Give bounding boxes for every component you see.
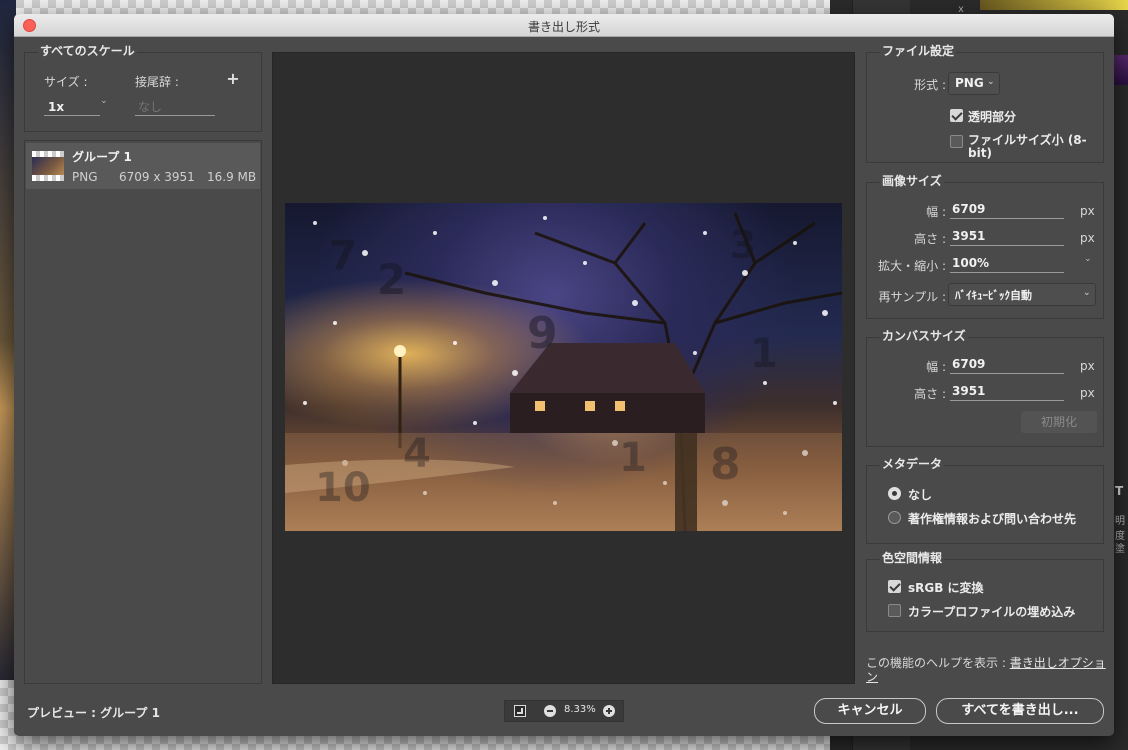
image-height-value: 3951 (952, 229, 986, 243)
export-as-dialog: 書き出し形式 すべてのスケール サイズ : 接尾辞 : + 1x ⌄ グループ … (14, 14, 1114, 736)
transparency-checkbox[interactable] (950, 109, 963, 122)
cancel-button[interactable]: キャンセル (814, 698, 926, 724)
metadata-panel (866, 465, 1104, 544)
file-settings-title: ファイル設定 (880, 42, 957, 59)
background-fill-label: 塗 (1115, 544, 1125, 555)
zoom-controls: 8.33% (504, 700, 624, 722)
asset-name: グループ 1 (72, 150, 132, 164)
watermark-digit: 1 (619, 435, 647, 481)
canvas-size-title: カンバスサイズ (880, 327, 968, 344)
canvas-height-field[interactable]: 3951 (950, 384, 1064, 401)
transparency-label: 透明部分 (968, 110, 1017, 124)
background-opacity-label: 明度 (1115, 516, 1125, 542)
plus-icon: + (226, 69, 240, 88)
watermark-digit: 3 (730, 223, 757, 267)
canvas-height-value: 3951 (952, 384, 986, 398)
export-all-button[interactable]: すべてを書き出し... (936, 698, 1104, 724)
chevron-down-icon: ⌄ (1083, 288, 1091, 298)
image-width-field[interactable]: 6709 (950, 202, 1064, 219)
reset-canvas-button[interactable]: 初期化 (1021, 411, 1097, 433)
asset-thumbnail (32, 151, 64, 181)
image-width-label: 幅 : (926, 205, 946, 219)
add-scale-button[interactable]: + (226, 69, 240, 88)
asset-row[interactable]: グループ 1 PNG 6709 x 3951 16.9 MB (26, 143, 260, 189)
help-prefix: この機能のヘルプを表示 : (866, 656, 1010, 670)
format-value: PNG (955, 76, 984, 90)
embed-profile-checkbox[interactable] (888, 604, 901, 617)
image-height-field[interactable]: 3951 (950, 229, 1064, 246)
asset-list (24, 140, 262, 684)
color-space-title: 色空間情報 (880, 549, 945, 566)
srgb-checkbox[interactable] (888, 580, 901, 593)
metadata-copyright-label: 著作権情報および問い合わせ先 (908, 512, 1077, 526)
image-width-unit: px (1080, 204, 1095, 218)
format-select[interactable]: PNG ⌄ (948, 72, 1000, 95)
watermark-digit: 4 (403, 431, 431, 477)
watermark-digit: 7 (329, 233, 357, 279)
watermark-digit: 1 (750, 331, 778, 377)
metadata-none-label: なし (908, 488, 933, 502)
image-scale-label: 拡大・縮小 : (878, 259, 946, 273)
asset-filesize: 16.9 MB (207, 170, 257, 184)
canvas-width-field[interactable]: 6709 (950, 357, 1064, 374)
image-scale-value: 100% (952, 256, 990, 270)
metadata-copyright-radio[interactable] (888, 511, 901, 524)
plus-icon[interactable] (603, 705, 615, 717)
scales-panel (24, 52, 262, 132)
help-text: この機能のヘルプを表示 : 書き出しオプション (866, 656, 1106, 684)
image-height-label: 高さ : (914, 232, 946, 246)
watermark-digit: 9 (527, 308, 558, 359)
chevron-down-icon[interactable]: ⌄ (1084, 254, 1092, 264)
watermark-digit: 10 (315, 465, 371, 511)
resample-label: 再サンプル : (878, 290, 947, 304)
export-all-label: すべてを書き出し... (961, 703, 1079, 718)
image-width-value: 6709 (952, 202, 986, 216)
window-title: 書き出し形式 (527, 20, 600, 34)
zoom-value: 8.33% (564, 704, 596, 715)
image-scale-field[interactable]: 100% (950, 256, 1064, 273)
canvas-width-unit: px (1080, 359, 1095, 373)
cancel-label: キャンセル (837, 703, 903, 718)
scales-section-title: すべてのスケール (38, 42, 137, 59)
resample-value: ﾊﾞｲｷｭｰﾋﾞｯｸ自動 (955, 289, 1032, 302)
scale-value: 1x (48, 100, 65, 114)
smaller-file-label: ファイルサイズ小 (8-bit) (968, 133, 1087, 160)
canvas-height-unit: px (1080, 386, 1095, 400)
canvas-width-value: 6709 (952, 357, 986, 371)
canvas-height-label: 高さ : (914, 387, 946, 401)
scale-select[interactable]: 1x ⌄ (44, 96, 108, 116)
minus-icon[interactable] (544, 705, 556, 717)
watermark-digit: 2 (377, 255, 407, 304)
preview-image: 7 2 3 9 1 4 1 8 10 (285, 203, 842, 531)
smaller-file-checkbox[interactable] (950, 135, 963, 148)
format-label: 形式 : (914, 78, 946, 92)
canvas-width-label: 幅 : (926, 360, 946, 374)
asset-format: PNG (72, 170, 98, 184)
color-space-panel (866, 559, 1104, 632)
title-bar: 書き出し形式 (14, 14, 1114, 37)
fit-screen-icon[interactable] (514, 705, 526, 717)
resample-select[interactable]: ﾊﾞｲｷｭｰﾋﾞｯｸ自動 ⌄ (948, 283, 1096, 306)
suffix-label: 接尾辞 : (135, 75, 179, 89)
suffix-input[interactable] (135, 98, 215, 116)
watermark-digit: 8 (710, 439, 741, 490)
embed-profile-label: カラープロファイルの埋め込み (908, 605, 1076, 619)
background-t-label: T (1115, 484, 1124, 498)
background-gradient-strip (980, 0, 1128, 10)
preview-label: プレビュー : グループ 1 (27, 706, 160, 720)
image-size-title: 画像サイズ (880, 172, 944, 189)
metadata-none-radio[interactable] (888, 487, 901, 500)
background-gradient-strip-2 (1114, 55, 1128, 85)
image-height-unit: px (1080, 231, 1095, 245)
reset-canvas-label: 初期化 (1040, 415, 1077, 429)
metadata-title: メタデータ (880, 455, 945, 472)
size-label: サイズ : (44, 75, 88, 89)
srgb-label: sRGB に変換 (908, 581, 984, 595)
chevron-down-icon: ⌄ (100, 96, 108, 106)
asset-dimensions: 6709 x 3951 (119, 170, 195, 184)
chevron-down-icon: ⌄ (987, 77, 995, 87)
